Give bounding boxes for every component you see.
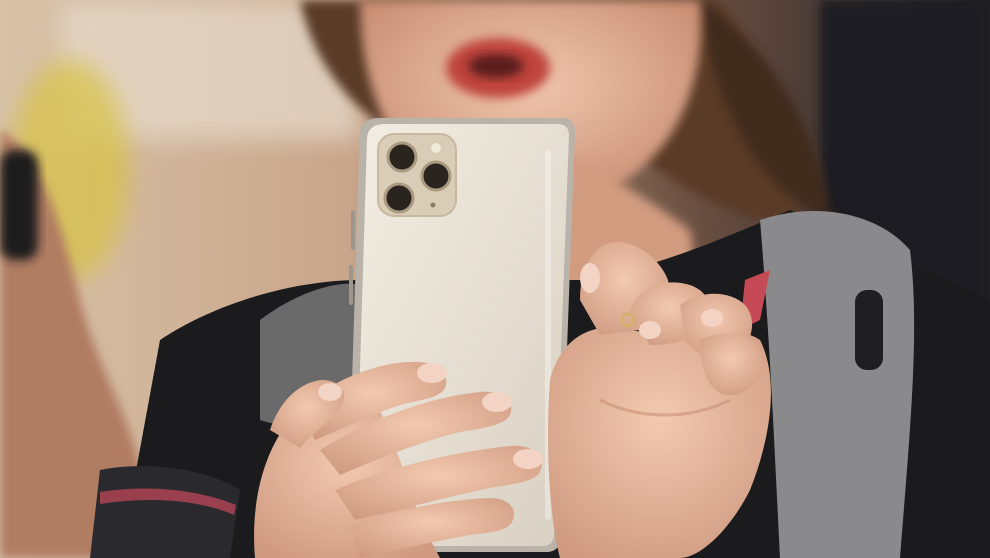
camera-mic (430, 202, 436, 208)
sleeve-left (90, 466, 240, 558)
right-fingernail-3 (701, 309, 723, 327)
camera-lens-bottom (383, 182, 415, 214)
mouth-opening (468, 54, 524, 78)
camera-lens-top (386, 141, 418, 173)
camera-flash (431, 143, 441, 153)
phone-side-button-2 (349, 265, 353, 305)
jacket-grey-lapel (760, 211, 915, 558)
camera-lens-right (420, 160, 452, 192)
wristband (0, 150, 38, 260)
left-fingernail-2 (482, 392, 512, 412)
right-fingernail-1 (580, 263, 600, 293)
phone-side-button (351, 210, 355, 250)
photo-illustration (0, 0, 990, 558)
left-fingernail-1 (417, 363, 447, 383)
jacket-pocket-slit (855, 290, 883, 370)
photo-scene (0, 0, 990, 558)
left-fingernail-3 (513, 449, 543, 469)
right-fingernail-2 (639, 321, 661, 339)
left-thumbnail (318, 383, 342, 401)
